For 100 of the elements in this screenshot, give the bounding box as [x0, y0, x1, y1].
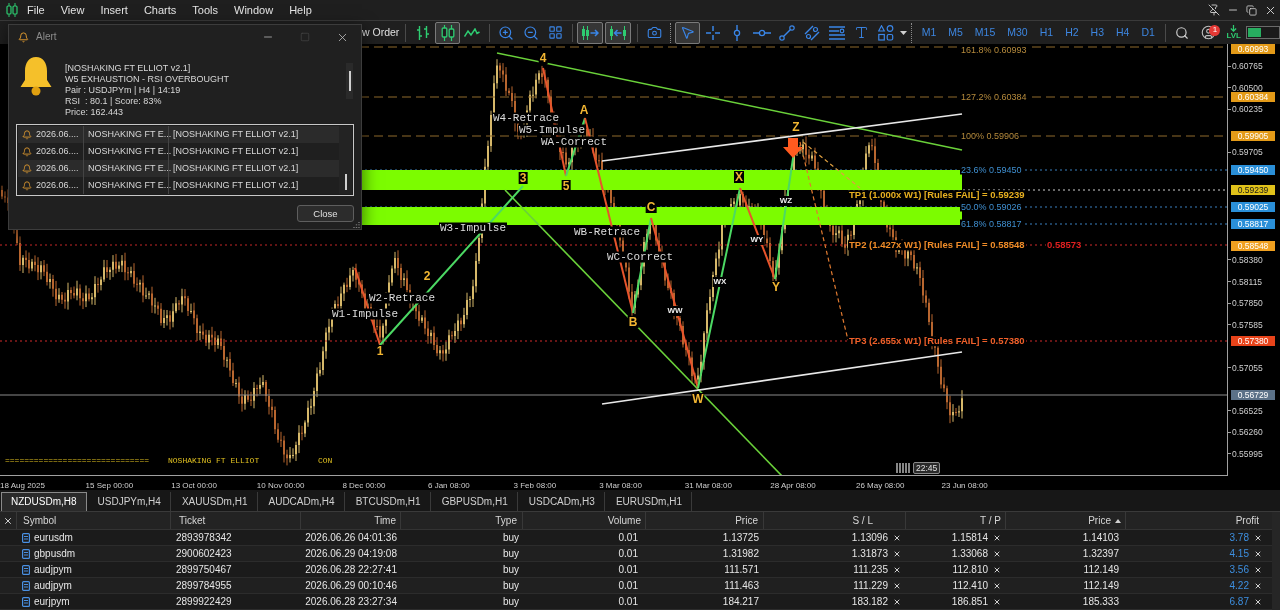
- dialog-title: Alert: [36, 32, 57, 42]
- symbol-text: gbpusdm: [34, 548, 76, 559]
- symbol-tab[interactable]: BTCUSDm,H1: [346, 492, 431, 511]
- signature-label: NOSHAKING FT ELLIOT: [168, 457, 260, 465]
- scrollbar[interactable]: [339, 126, 352, 194]
- position-row[interactable]: audjpym 2899784955 2026.06.29 00:10:46 buy 0.01 111.463 111.229 112.410 112.149 4.22: [0, 578, 1272, 594]
- symbol-tab[interactable]: NZDUSDm,H8: [1, 492, 87, 511]
- remove-icon[interactable]: [893, 565, 901, 574]
- timeframe-button[interactable]: M30: [1001, 21, 1034, 44]
- column-header[interactable]: Ticket: [170, 512, 300, 529]
- time-axis-label: 10 Nov 00:00: [256, 481, 305, 490]
- take-profit-value: 112.810: [952, 564, 988, 575]
- caret-icon[interactable]: [899, 30, 907, 35]
- symbol-text: eurjpym: [34, 596, 70, 607]
- vertical-line-icon: [733, 24, 742, 41]
- menu-item[interactable]: File: [19, 3, 53, 17]
- column-header[interactable]: Price: [645, 512, 763, 529]
- restore-icon[interactable]: [1246, 4, 1257, 16]
- close-icon[interactable]: [3, 515, 13, 526]
- chart-toggle-button[interactable]: [604, 21, 631, 44]
- order-button[interactable]: w Order: [356, 22, 402, 43]
- column-header[interactable]: Price: [1005, 512, 1125, 529]
- notifications-button[interactable]: 1: [1194, 21, 1223, 44]
- position-row[interactable]: eurjpym 2899922429 2026.06.28 23:27:34 buy 0.01 184.217 183.182 186.851 185.333 6.87: [0, 594, 1272, 610]
- position-row[interactable]: eurusdm 2893978342 2026.06.26 04:01:36 buy 0.01 1.13725 1.13096 1.15814 1.14103 3.78: [0, 530, 1272, 546]
- symbol-tab[interactable]: USDCADm,H3: [519, 492, 605, 511]
- remove-icon[interactable]: [993, 533, 1001, 542]
- menu-item[interactable]: View: [52, 3, 93, 17]
- unpin-icon[interactable]: [1208, 4, 1220, 16]
- remove-icon[interactable]: [993, 597, 1001, 606]
- sub-wave-label: WW: [666, 306, 684, 316]
- menu-item[interactable]: Insert: [92, 3, 136, 17]
- target-label: TP2 (1.427x W1) [Rules FAIL] = 0.58548: [848, 240, 1026, 250]
- position-row[interactable]: gbpusdm 2900602423 2026.06.29 04:19:08 buy 0.01 1.31982 1.31873 1.33068 1.32397 4.15: [0, 546, 1272, 562]
- app-logo-icon[interactable]: [6, 3, 18, 17]
- resize-grip-icon[interactable]: [353, 221, 360, 228]
- profit-value: 3.78: [1229, 532, 1249, 543]
- remove-icon[interactable]: [1254, 597, 1262, 606]
- menu-item[interactable]: Window: [226, 3, 282, 17]
- timeframe-button[interactable]: M1: [915, 21, 943, 44]
- alert-history-row[interactable]: 2026.06.... NOSHAKING FT E... [NOSHAKING FT ELLIOT v2.1]: [18, 160, 339, 177]
- chart-toggle-button[interactable]: [577, 21, 603, 44]
- menu-item[interactable]: Help: [281, 3, 320, 17]
- table-cell-text: 2899784955: [175, 578, 233, 593]
- remove-icon[interactable]: [893, 549, 901, 558]
- stop-loss-value: 183.182: [851, 596, 888, 607]
- remove-icon[interactable]: [893, 597, 901, 606]
- line-chart-icon: [464, 27, 481, 38]
- time-axis-label: 18 Aug 2025: [0, 481, 45, 490]
- remove-icon[interactable]: [893, 581, 901, 590]
- wave-point-label: X: [734, 171, 744, 183]
- bell-icon: [22, 129, 32, 140]
- column-header[interactable]: S / L: [763, 512, 905, 529]
- fib-level-label: 100% 0.59906: [960, 131, 1021, 141]
- table-cell-text: 2026.06.28 22:27:41: [304, 562, 398, 577]
- position-row[interactable]: audjpym 2899750467 2026.06.28 22:27:41 buy 0.01 111.571 111.235 112.810 112.149 3.56: [0, 562, 1272, 578]
- column-header[interactable]: Type: [400, 512, 522, 529]
- drawing-tool-button[interactable]: [675, 21, 701, 44]
- chart-type-button[interactable]: [435, 21, 460, 44]
- timeframe-button[interactable]: M5: [942, 21, 969, 44]
- column-header[interactable]: Time: [300, 512, 400, 529]
- price-tick-label: 0.57850: [1232, 298, 1263, 309]
- symbol-tab[interactable]: AUDCADm,H4: [259, 492, 345, 511]
- remove-icon[interactable]: [993, 549, 1001, 558]
- time-axis-label: 6 Jan 08:00: [427, 481, 470, 490]
- column-header[interactable]: Volume: [522, 512, 645, 529]
- scrollbar[interactable]: [346, 63, 353, 99]
- remove-icon[interactable]: [1254, 581, 1262, 590]
- remove-icon[interactable]: [1254, 549, 1262, 558]
- column-header[interactable]: Symbol: [16, 512, 170, 529]
- remove-icon[interactable]: [1254, 565, 1262, 574]
- take-profit-value: 186.851: [951, 596, 988, 607]
- symbol-tab[interactable]: GBPUSDm,H1: [432, 492, 518, 511]
- scrollbar[interactable]: [1272, 512, 1280, 610]
- wave-point-label: 5: [561, 180, 571, 192]
- time-axis-label: 31 Mar 08:00: [684, 481, 732, 490]
- menu-item[interactable]: Tools: [184, 3, 226, 17]
- symbol-tab[interactable]: USDJPYm,H4: [88, 492, 171, 511]
- timeframe-button[interactable]: D1: [1135, 21, 1161, 44]
- remove-icon[interactable]: [993, 581, 1001, 590]
- menu-item[interactable]: Charts: [135, 3, 185, 17]
- remove-icon[interactable]: [893, 533, 901, 542]
- timeframe-button[interactable]: H1: [1033, 21, 1060, 44]
- timeframe-button[interactable]: H3: [1084, 21, 1111, 44]
- alert-history-row[interactable]: 2026.06.... NOSHAKING FT E... [NOSHAKING FT ELLIOT v2.1]: [18, 126, 339, 143]
- timeframe-button[interactable]: H2: [1059, 21, 1085, 44]
- remove-icon[interactable]: [1254, 533, 1262, 542]
- symbol-tab[interactable]: XAUUSDm,H1: [172, 492, 258, 511]
- timeframe-button[interactable]: M15: [968, 21, 1002, 44]
- column-header[interactable]: T / P: [905, 512, 1005, 529]
- symbol-tab[interactable]: EURUSDm,H1: [606, 492, 692, 511]
- close-button[interactable]: Close: [297, 205, 354, 222]
- stop-loss-value: 1.31873: [851, 548, 888, 559]
- remove-icon[interactable]: [993, 565, 1001, 574]
- alert-time: 2026.06....: [36, 181, 80, 190]
- levels-button[interactable]: LVL: [1226, 21, 1241, 44]
- wave-point-label: A: [578, 104, 590, 116]
- wave-note-label: WC-Correct: [606, 251, 674, 263]
- chart-shift-icon: [608, 25, 627, 40]
- timeframe-button[interactable]: H4: [1110, 21, 1136, 44]
